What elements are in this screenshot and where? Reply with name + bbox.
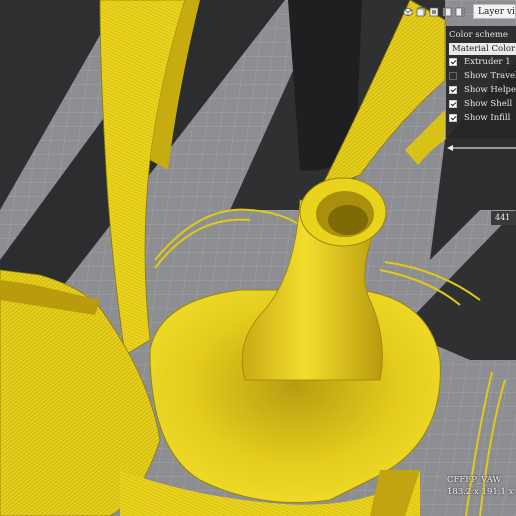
option-label: Show Infill <box>464 113 511 124</box>
object-info: CFFFP_VAW 183.2 x 191.1 x 220 <box>447 474 516 498</box>
view-toolbar: Layer view <box>402 4 516 19</box>
3d-viewport[interactable] <box>0 0 516 516</box>
view-3d-icon[interactable] <box>402 6 413 17</box>
option-label: Extruder 1 <box>464 57 511 68</box>
option-show-helpers[interactable]: Show Helpers <box>449 84 516 98</box>
color-scheme-select[interactable]: Material Color <box>449 43 516 55</box>
option-label: Show Helpers <box>464 85 516 96</box>
view-top-icon[interactable] <box>428 6 439 17</box>
view-front-icon[interactable] <box>415 6 426 17</box>
color-scheme-label: Color scheme <box>449 30 508 40</box>
view-right-icon[interactable] <box>454 6 465 17</box>
current-layer-field[interactable]: 441 <box>491 211 516 225</box>
option-label: Show Travels <box>464 71 516 82</box>
view-mode-dropdown[interactable]: Layer view <box>473 4 516 19</box>
option-show-travels[interactable]: Show Travels <box>449 70 516 84</box>
checkbox[interactable] <box>449 58 457 67</box>
layer-view-panel: Color scheme Material Color Extruder 1 S… <box>446 26 516 138</box>
object-dimensions: 183.2 x 191.1 x 220 <box>447 487 516 497</box>
option-extruder-1[interactable]: Extruder 1 <box>449 56 516 70</box>
checkbox[interactable] <box>449 86 457 95</box>
option-show-infill[interactable]: Show Infill <box>449 112 516 126</box>
checkbox[interactable] <box>449 100 457 109</box>
view-left-icon[interactable] <box>441 6 452 17</box>
checkbox[interactable] <box>449 114 457 123</box>
slider-handle-icon <box>447 145 453 151</box>
option-show-shell[interactable]: Show Shell <box>449 98 516 112</box>
layer-slider[interactable] <box>446 140 516 154</box>
checkbox[interactable] <box>449 72 457 81</box>
option-label: Show Shell <box>464 99 513 110</box>
object-name: CFFFP_VAW <box>447 475 502 485</box>
nozzle-bore-inner <box>328 205 368 235</box>
